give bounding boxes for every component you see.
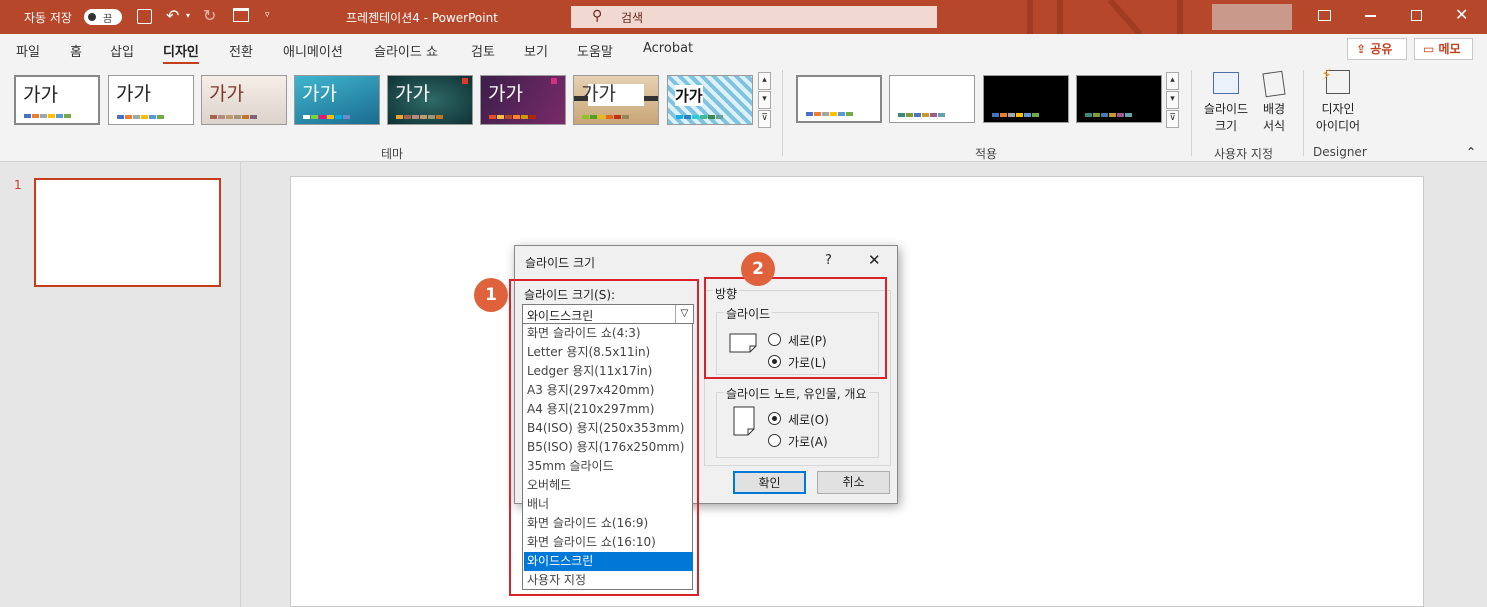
help-button[interactable]: ? bbox=[825, 253, 832, 268]
slide-size-icon bbox=[1213, 72, 1239, 94]
redo-icon[interactable]: ↻ bbox=[203, 6, 216, 25]
ok-button[interactable]: 확인 bbox=[733, 471, 806, 494]
slide-number: 1 bbox=[14, 178, 22, 192]
notes-landscape-radio[interactable] bbox=[768, 434, 781, 447]
document-title: 프레젠테이션4 - PowerPoint bbox=[346, 11, 498, 25]
tab-view[interactable]: 보기 bbox=[524, 41, 548, 60]
variant-thumbnail[interactable] bbox=[1076, 75, 1162, 123]
tab-acrobat[interactable]: Acrobat bbox=[643, 41, 693, 56]
group-variants-label: 적용 bbox=[975, 147, 998, 161]
group-designer-label: Designer bbox=[1313, 145, 1367, 159]
tab-animations[interactable]: 애니메이션 bbox=[283, 41, 343, 60]
highlight-box-orientation bbox=[704, 277, 887, 379]
avatar[interactable] bbox=[1212, 4, 1292, 30]
tab-slideshow[interactable]: 슬라이드 쇼 bbox=[374, 41, 438, 60]
comments-button[interactable]: ▭ 메모 bbox=[1414, 38, 1473, 60]
slide-thumbnail[interactable] bbox=[34, 178, 221, 287]
start-presentation-icon[interactable] bbox=[233, 8, 249, 22]
theme-thumbnail[interactable]: 가가 bbox=[573, 75, 659, 125]
collapse-ribbon-icon[interactable]: ⌃ bbox=[1466, 145, 1476, 159]
search-icon: ⚲ bbox=[592, 8, 603, 24]
notes-portrait-radio[interactable] bbox=[768, 412, 781, 425]
cancel-button[interactable]: 취소 bbox=[817, 471, 890, 494]
save-icon[interactable] bbox=[137, 9, 152, 24]
themes-scroll-up[interactable]: ▴ bbox=[758, 72, 771, 90]
themes-scroll-down[interactable]: ▾ bbox=[758, 91, 771, 109]
theme-thumbnail[interactable]: 가가 bbox=[480, 75, 566, 125]
notes-landscape-label[interactable]: 가로(A) bbox=[788, 433, 828, 450]
tab-home[interactable]: 홈 bbox=[70, 41, 82, 60]
tab-file[interactable]: 파일 bbox=[16, 41, 40, 60]
notes-portrait-label[interactable]: 세로(O) bbox=[788, 411, 829, 428]
theme-thumbnail[interactable]: 가가 bbox=[201, 75, 287, 125]
ribbon-display-icon[interactable] bbox=[1318, 10, 1331, 21]
tab-help[interactable]: 도움말 bbox=[577, 41, 613, 60]
format-background-icon bbox=[1262, 70, 1286, 98]
share-icon: ⇪ bbox=[1356, 42, 1367, 56]
dialog-title: 슬라이드 크기 bbox=[525, 256, 596, 270]
autosave-toggle[interactable]: 끔 bbox=[84, 9, 122, 25]
format-background-button[interactable]: 배경 서식 bbox=[1254, 70, 1294, 140]
tab-insert[interactable]: 삽입 bbox=[110, 41, 134, 60]
tab-design[interactable]: 디자인 bbox=[163, 41, 199, 65]
autosave-label: 자동 저장 bbox=[24, 11, 72, 25]
variant-thumbnail[interactable] bbox=[983, 75, 1069, 123]
theme-thumbnail[interactable]: 가가 bbox=[387, 75, 473, 125]
variants-scroll-up[interactable]: ▴ bbox=[1166, 72, 1179, 90]
highlight-box-size bbox=[509, 279, 699, 596]
comment-icon: ▭ bbox=[1423, 42, 1435, 56]
theme-thumbnail[interactable]: 가가 bbox=[14, 75, 100, 125]
minimize-icon[interactable] bbox=[1365, 15, 1376, 17]
divider bbox=[1191, 70, 1192, 156]
design-ideas-icon: ⚡ bbox=[1321, 65, 1350, 94]
customize-qat-icon[interactable]: ▿ bbox=[265, 10, 270, 20]
themes-more[interactable]: ⊽ bbox=[758, 110, 771, 128]
tab-transitions[interactable]: 전환 bbox=[229, 41, 253, 60]
title-bar: 자동 저장 끔 ↶ ▾ ↻ ▿ 프레젠테이션4 - PowerPoint ⚲ 검… bbox=[0, 0, 1487, 34]
group-customize-label: 사용자 지정 bbox=[1214, 147, 1274, 161]
search-box[interactable]: ⚲ 검색 bbox=[571, 6, 937, 28]
undo-dropdown-icon[interactable]: ▾ bbox=[186, 11, 190, 20]
share-button[interactable]: ⇪ 공유 bbox=[1347, 38, 1407, 60]
theme-thumbnail[interactable]: 가가 bbox=[294, 75, 380, 125]
design-ideas-button[interactable]: ⚡ 디자인 아이디어 bbox=[1308, 65, 1368, 140]
portrait-page-icon bbox=[733, 406, 755, 436]
slide-thumbnail-pane: 1 bbox=[0, 162, 241, 607]
variant-thumbnail[interactable] bbox=[889, 75, 975, 123]
variants-more[interactable]: ⊽ bbox=[1166, 110, 1179, 128]
step-badge: 2 bbox=[741, 252, 775, 286]
ribbon: 가가 가가 가가 가가 가가 가가 가가 가가 ▴ ▾ ⊽ 테마 ▴ ▾ ⊽ 적… bbox=[0, 64, 1487, 162]
group-themes-label: 테마 bbox=[381, 147, 404, 161]
undo-icon[interactable]: ↶ bbox=[166, 6, 179, 25]
variants-scroll-down[interactable]: ▾ bbox=[1166, 91, 1179, 109]
variant-thumbnail[interactable] bbox=[796, 75, 882, 123]
dialog-close-button[interactable]: ✕ bbox=[868, 251, 881, 269]
maximize-icon[interactable] bbox=[1411, 10, 1422, 21]
slide-size-button[interactable]: 슬라이드 크기 bbox=[1200, 70, 1252, 140]
divider bbox=[782, 70, 783, 156]
divider bbox=[1303, 70, 1304, 156]
step-badge: 1 bbox=[474, 278, 508, 312]
close-icon[interactable]: ✕ bbox=[1455, 5, 1468, 24]
ribbon-tabs: 파일 홈 삽입 디자인 전환 애니메이션 슬라이드 쇼 검토 보기 도움말 Ac… bbox=[0, 34, 1487, 65]
notes-group-label: 슬라이드 노트, 유인물, 개요 bbox=[724, 385, 869, 402]
theme-thumbnail[interactable]: 가가 bbox=[108, 75, 194, 125]
theme-thumbnail[interactable]: 가가 bbox=[667, 75, 753, 125]
tab-review[interactable]: 검토 bbox=[471, 41, 495, 60]
